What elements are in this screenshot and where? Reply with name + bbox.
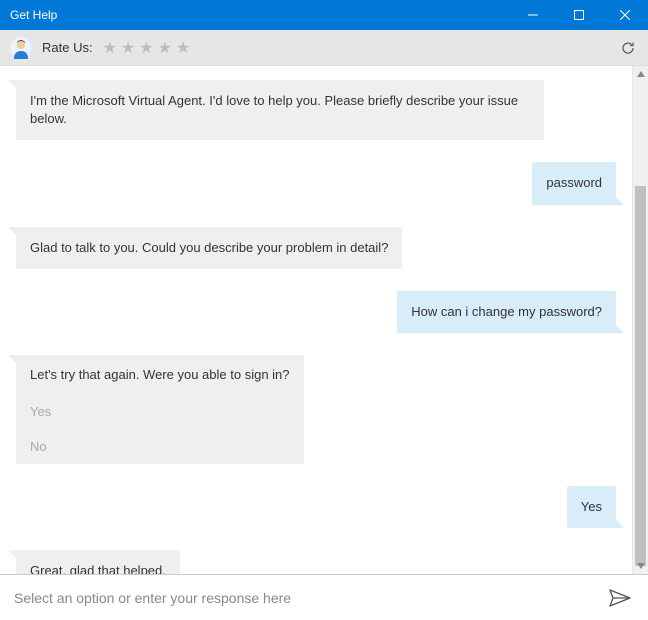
scroll-up-icon[interactable] — [633, 66, 648, 82]
scroll-thumb[interactable] — [635, 186, 646, 566]
star-icon[interactable]: ★ — [176, 38, 190, 58]
minimize-button[interactable] — [510, 0, 556, 30]
rating-stars: ★ ★ ★ ★ ★ — [103, 38, 191, 58]
agent-message: Glad to talk to you. Could you describe … — [16, 227, 402, 269]
agent-message-row: I'm the Microsoft Virtual Agent. I'd lov… — [16, 80, 616, 140]
agent-message-row: Glad to talk to you. Could you describe … — [16, 227, 616, 269]
chat-area: Hello! I'm the Microsoft Virtual Agent. … — [0, 66, 648, 574]
agent-prompt-row: Let's try that again. Were you able to s… — [16, 355, 616, 464]
user-message: Yes — [567, 486, 616, 528]
agent-message: Great, glad that helped. — [16, 550, 180, 574]
user-message: How can i change my password? — [397, 291, 616, 333]
agent-prompt-block: Let's try that again. Were you able to s… — [16, 355, 304, 464]
user-message-row: password — [16, 162, 616, 204]
user-message-row: Yes — [16, 486, 616, 528]
rate-us-label: Rate Us: — [42, 40, 93, 55]
rate-bar: Rate Us: ★ ★ ★ ★ ★ — [0, 30, 648, 66]
prompt-option-yes[interactable]: Yes — [16, 394, 304, 429]
user-message: password — [532, 162, 616, 204]
refresh-button[interactable] — [618, 38, 638, 58]
star-icon[interactable]: ★ — [139, 38, 153, 58]
agent-avatar-icon — [10, 37, 32, 59]
agent-message: I'm the Microsoft Virtual Agent. I'd lov… — [16, 80, 544, 140]
vertical-scrollbar[interactable] — [632, 66, 648, 574]
agent-message-row: Great, glad that helped. — [16, 550, 616, 574]
response-input[interactable] — [14, 590, 606, 606]
star-icon[interactable]: ★ — [158, 38, 172, 58]
window-title: Get Help — [10, 8, 510, 22]
input-bar — [0, 574, 648, 620]
star-icon[interactable]: ★ — [103, 38, 117, 58]
scroll-down-icon[interactable] — [633, 558, 648, 574]
window-controls — [510, 0, 648, 30]
close-button[interactable] — [602, 0, 648, 30]
title-bar: Get Help — [0, 0, 648, 30]
maximize-button[interactable] — [556, 0, 602, 30]
prompt-option-no[interactable]: No — [16, 429, 304, 464]
chat-messages: Hello! I'm the Microsoft Virtual Agent. … — [0, 66, 632, 574]
send-button[interactable] — [606, 584, 634, 612]
user-message-row: How can i change my password? — [16, 291, 616, 333]
agent-prompt-question: Let's try that again. Were you able to s… — [16, 355, 304, 394]
star-icon[interactable]: ★ — [121, 38, 135, 58]
